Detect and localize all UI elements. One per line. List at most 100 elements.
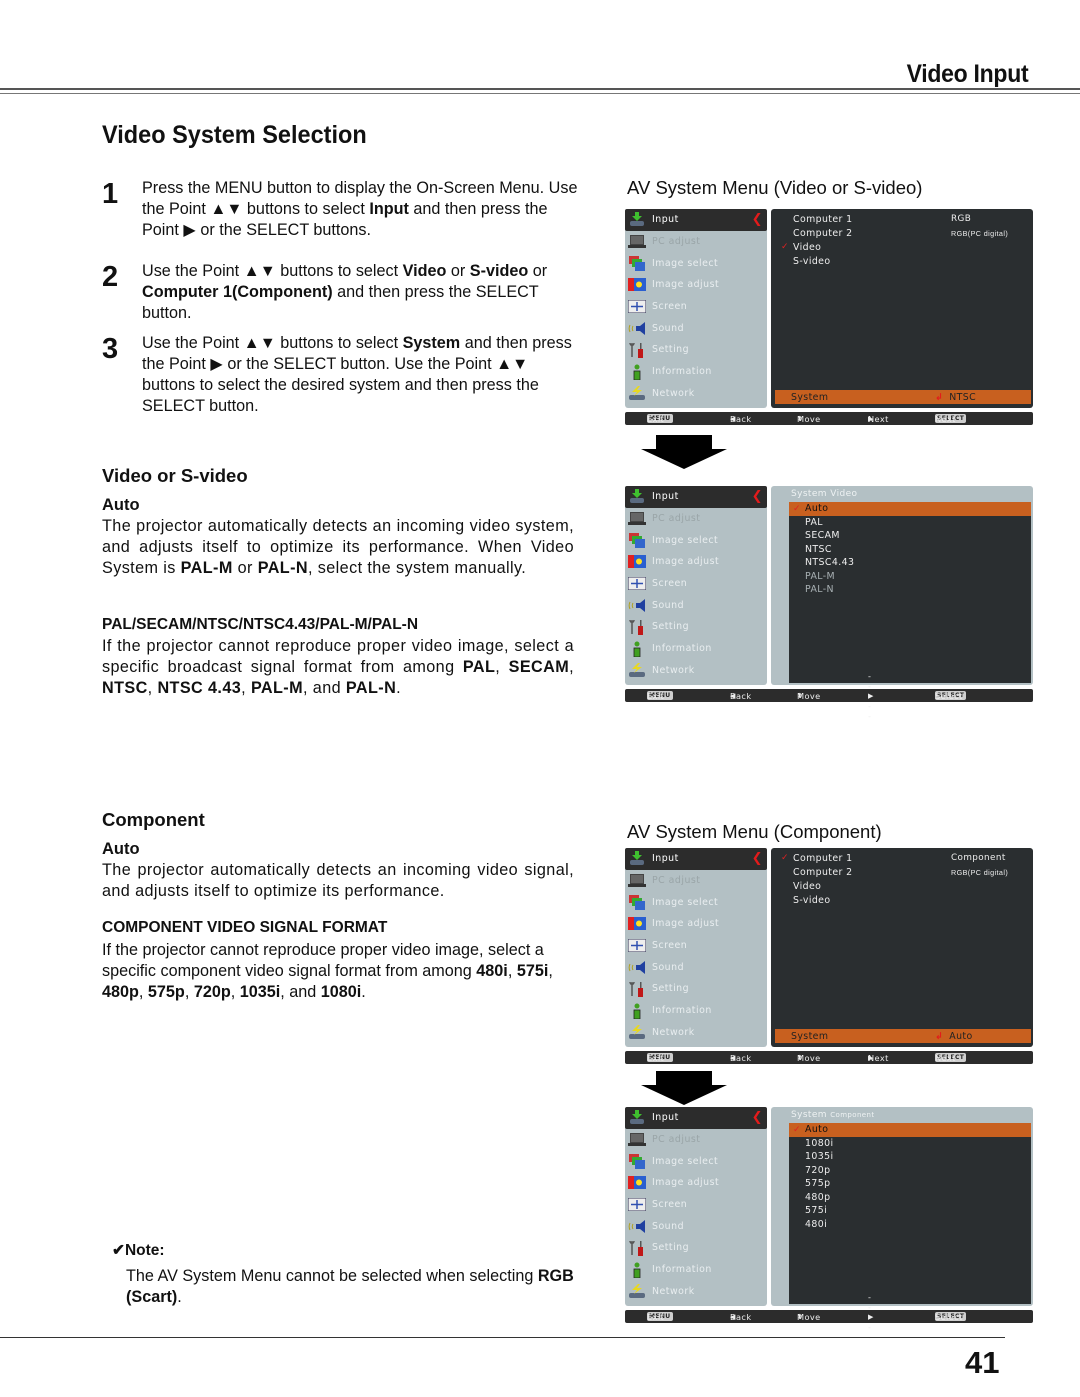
input-icon <box>628 212 646 228</box>
osd-menu-item-setting[interactable]: Setting <box>625 616 767 638</box>
osd-menu-item-setting[interactable]: Setting <box>625 1237 767 1259</box>
osd-system-row[interactable]: System ↲ Auto <box>775 1029 1031 1043</box>
osd-system-option[interactable]: 575i <box>789 1204 1031 1218</box>
osd-menu-item-network[interactable]: Network <box>625 1281 767 1303</box>
osd-system-option[interactable]: 575p <box>789 1177 1031 1191</box>
osd-menu-item-information[interactable]: Information <box>625 361 767 383</box>
osd-menu-label: Sound <box>652 599 685 611</box>
osd-menu-item-image-adjust[interactable]: Image adjust <box>625 274 767 296</box>
osd-menu-item-input[interactable]: Input ❮ <box>625 1107 767 1129</box>
network-icon <box>628 662 646 678</box>
osd-option-label: 480i <box>805 1218 828 1230</box>
pc-adjust-icon <box>628 1132 646 1148</box>
osd-system-option[interactable]: 1080i <box>789 1137 1031 1151</box>
osd-menu-item-image-adjust[interactable]: Image adjust <box>625 551 767 573</box>
osd-input-option[interactable]: ✓ Video <box>771 240 1033 254</box>
screen-icon <box>628 576 646 592</box>
setting-icon <box>628 619 646 635</box>
input-icon <box>628 489 646 505</box>
osd-menu-item-input[interactable]: Input ❮ <box>625 848 767 870</box>
osd-menu-item-setting[interactable]: Setting <box>625 339 767 361</box>
footer-label: ----- <box>868 670 872 721</box>
osd-input-option[interactable]: Video <box>771 879 1033 893</box>
osd-menu-item-screen[interactable]: Screen <box>625 296 767 318</box>
osd-menu-item-network[interactable]: Network <box>625 660 767 682</box>
osd-menu-item-sound[interactable]: Sound <box>625 1215 767 1237</box>
osd-system-option[interactable]: NTSC <box>789 543 1031 557</box>
footer-label: Move <box>797 1052 821 1063</box>
osd-menu-item-pc-adjust[interactable]: PC adjust <box>625 870 767 892</box>
osd-menu-item-image-select[interactable]: Image select <box>625 1150 767 1172</box>
osd-menu-item-sound[interactable]: Sound <box>625 594 767 616</box>
av-menu-component-title: AV System Menu (Component) <box>627 821 882 842</box>
osd-option-value: RGB(PC digital) <box>951 228 1009 238</box>
osd-system-option[interactable]: ✓ Auto <box>789 1123 1031 1137</box>
osd-main-menu: Input ❮ PC adjust Image select Image adjust S… <box>625 486 767 685</box>
osd-input-option[interactable]: Computer 1 RGB <box>771 212 1033 226</box>
sound-icon <box>628 597 646 613</box>
osd-system-option[interactable]: 1035i <box>789 1150 1031 1164</box>
note-label: ✔Note: <box>112 1242 165 1259</box>
image-select-icon <box>628 894 646 910</box>
check-icon: ✓ <box>781 242 789 252</box>
osd-menu-label: Information <box>652 643 712 655</box>
osd-main-menu: Input ❮ PC adjust Image select Image adjust S… <box>625 848 767 1047</box>
video-auto-text: The projector automatically detects an i… <box>102 517 574 577</box>
footer-label: Move <box>797 1311 821 1322</box>
osd-system-option[interactable]: NTSC4.43 <box>789 556 1031 570</box>
osd-menu-item-screen[interactable]: Screen <box>625 1194 767 1216</box>
osd-system-option[interactable]: 480i <box>789 1218 1031 1232</box>
sound-icon <box>628 320 646 336</box>
osd-main-menu: Input ❮ PC adjust Image select Image adjust S… <box>625 209 767 408</box>
osd-system-value: ↲ NTSC <box>935 392 976 403</box>
osd-menu-item-pc-adjust[interactable]: PC adjust <box>625 1129 767 1151</box>
osd-input-option[interactable]: S-video <box>771 893 1033 907</box>
osd-menu-item-information[interactable]: Information <box>625 638 767 660</box>
osd-option-list: ✓ Auto PAL SECAM NTSC NTSC4.43 PAL-M PAL-N <box>789 502 1031 683</box>
step-number: 1 <box>102 178 119 210</box>
page-number: 41 <box>965 1345 1000 1380</box>
video-auto-heading: Auto <box>102 496 140 514</box>
note-text: The AV System Menu cannot be selected wh… <box>126 1267 574 1306</box>
osd-input-option[interactable]: ✓ Computer 1 Component <box>771 851 1033 865</box>
osd-system-option[interactable]: SECAM <box>789 529 1031 543</box>
osd-menu-item-sound[interactable]: Sound <box>625 317 767 339</box>
osd-menu-item-pc-adjust[interactable]: PC adjust <box>625 231 767 253</box>
image-adjust-icon <box>628 916 646 932</box>
osd-menu-item-information[interactable]: Information <box>625 1259 767 1281</box>
osd-input-option[interactable]: S-video <box>771 254 1033 268</box>
osd-menu-item-image-adjust[interactable]: Image adjust <box>625 1172 767 1194</box>
osd-menu-item-image-select[interactable]: Image select <box>625 529 767 551</box>
osd-system-option[interactable]: 480p <box>789 1191 1031 1205</box>
osd-system-option[interactable]: PAL-N <box>789 583 1031 597</box>
osd-menu-item-screen[interactable]: Screen <box>625 573 767 595</box>
osd-menu-item-input[interactable]: Input ❮ <box>625 209 767 231</box>
footer-label: Next <box>868 413 889 424</box>
osd-menu-item-network[interactable]: Network <box>625 1022 767 1044</box>
osd-system-option[interactable]: 720p <box>789 1164 1031 1178</box>
osd-system-row[interactable]: System ↲ NTSC <box>775 390 1031 404</box>
osd-menu-item-sound[interactable]: Sound <box>625 956 767 978</box>
osd-system-option[interactable]: PAL <box>789 516 1031 530</box>
osd-menu-item-image-select[interactable]: Image select <box>625 252 767 274</box>
osd-input-option[interactable]: Computer 2 RGB(PC digital) <box>771 226 1033 240</box>
osd-menu-item-network[interactable]: Network <box>625 383 767 405</box>
osd-menu-label: PC adjust <box>652 1134 701 1146</box>
osd-menu-item-information[interactable]: Information <box>625 1000 767 1022</box>
osd-menu-label: Network <box>652 387 695 399</box>
osd-menu-item-image-select[interactable]: Image select <box>625 891 767 913</box>
osd-menu-item-image-adjust[interactable]: Image adjust <box>625 913 767 935</box>
osd-system-option[interactable]: PAL-M <box>789 570 1031 584</box>
osd-menu-label: Image adjust <box>652 279 720 291</box>
osd-system-value-text: Auto <box>949 1030 973 1042</box>
osd-menu-item-pc-adjust[interactable]: PC adjust <box>625 508 767 530</box>
information-icon <box>628 1262 646 1278</box>
osd-menu-label: Input <box>652 1112 679 1124</box>
osd-system-option[interactable]: ✓ Auto <box>789 502 1031 516</box>
osd-footer-bar: MENUExit◀Back⬍Move▶-----SELECTSelect <box>625 671 1033 721</box>
osd-menu-item-screen[interactable]: Screen <box>625 935 767 957</box>
chevron-left-icon: ❮ <box>751 1110 763 1126</box>
osd-input-option[interactable]: Computer 2 RGB(PC digital) <box>771 865 1033 879</box>
osd-menu-item-input[interactable]: Input ❮ <box>625 486 767 508</box>
osd-menu-item-setting[interactable]: Setting <box>625 978 767 1000</box>
